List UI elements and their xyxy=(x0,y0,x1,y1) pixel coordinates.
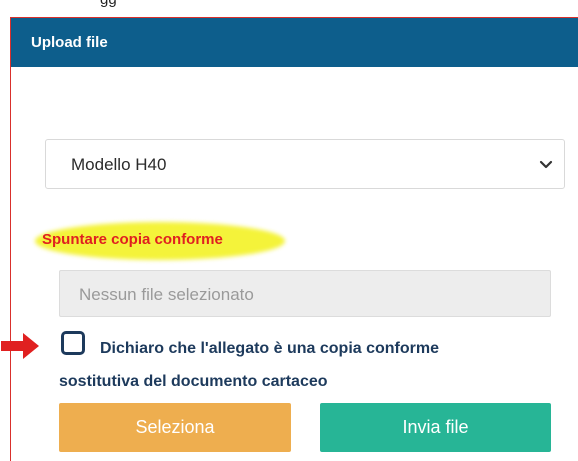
dialog-header: Upload file xyxy=(11,18,578,67)
copy-conform-checkbox[interactable] xyxy=(61,331,85,355)
document-type-value: Modello H40 xyxy=(71,155,167,174)
top-strip: gg xyxy=(0,0,578,17)
chevron-down-icon xyxy=(539,160,553,169)
select-file-button[interactable]: Seleziona xyxy=(59,403,291,452)
file-input[interactable]: Nessun file selezionato xyxy=(59,270,551,317)
send-file-button[interactable]: Invia file xyxy=(320,403,551,452)
declaration-label-line2: sostitutiva del documento cartaceo xyxy=(59,373,328,390)
file-input-placeholder: Nessun file selezionato xyxy=(79,285,254,304)
top-strip-text: gg xyxy=(100,0,117,8)
arrow-right-icon xyxy=(1,333,39,359)
dialog-title: Upload file xyxy=(31,34,108,51)
upload-dialog: Upload file Modello H40 Spuntare copia c… xyxy=(1,17,578,461)
warning-text: Spuntare copia conforme xyxy=(42,231,223,248)
declaration-label-line1: Dichiaro che l'allegato è una copia conf… xyxy=(100,340,439,357)
document-type-select[interactable]: Modello H40 xyxy=(45,139,565,189)
